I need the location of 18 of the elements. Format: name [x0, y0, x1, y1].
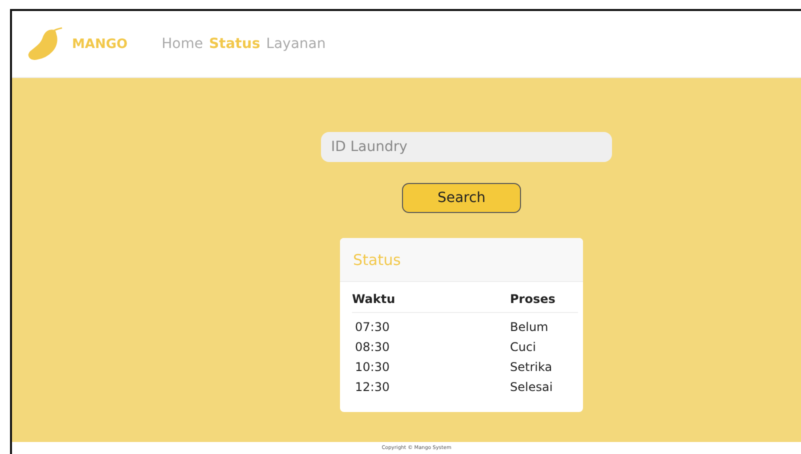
brand-name: MANGO: [72, 36, 128, 52]
mango-icon: [26, 27, 64, 61]
table-cell-text: 10:30: [354, 360, 391, 374]
table-cell-text: Selesai: [510, 380, 554, 394]
table-cell-text: Setrika: [510, 360, 554, 374]
nav-link[interactable]: Layanan: [266, 36, 326, 52]
nav-link[interactable]: Status: [208, 36, 260, 52]
table-cell-text: Belum: [510, 320, 550, 334]
table-cell-text: 08:30: [354, 340, 391, 354]
card-title: Status: [353, 250, 401, 268]
table-cell-text: 07:30: [354, 320, 391, 334]
table-cell-text: Cuci: [510, 340, 537, 354]
search-field[interactable]: ID Laundry: [321, 132, 612, 162]
nav-link[interactable]: Home: [162, 36, 203, 52]
table-cell-text: 12:30: [354, 380, 391, 394]
column-header: Waktu: [352, 292, 396, 306]
search-button[interactable]: Search: [402, 183, 521, 213]
column-header: Proses: [510, 292, 556, 306]
